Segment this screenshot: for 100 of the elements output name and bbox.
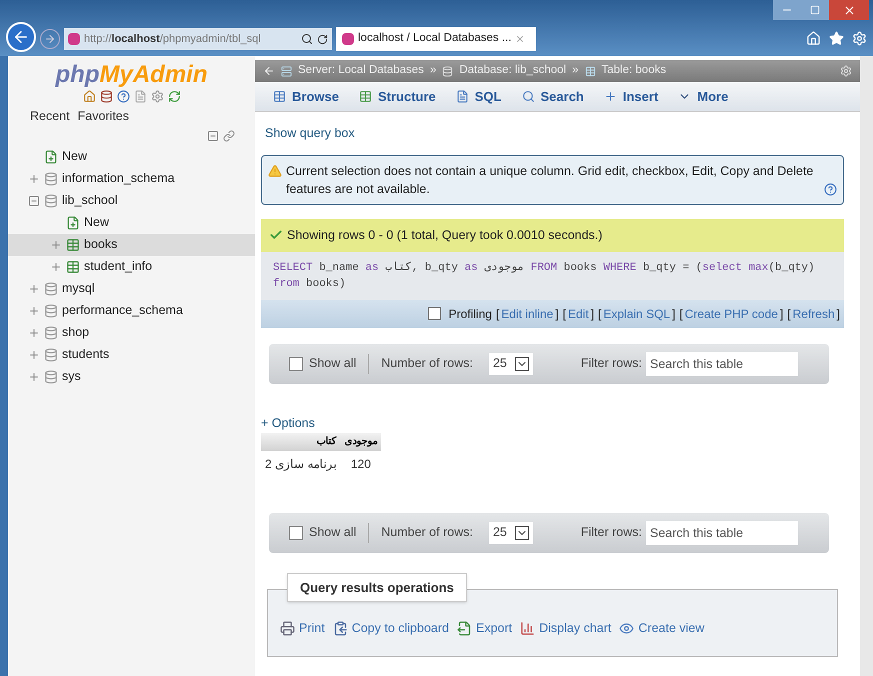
bracket-text: [ <box>598 306 602 323</box>
browser-tab[interactable]: localhost / Local Databases ... <box>336 27 536 51</box>
tree-item[interactable]: sys <box>8 366 255 388</box>
expand-icon[interactable] <box>50 238 62 251</box>
operation-link[interactable]: Create view <box>619 619 704 638</box>
tab[interactable]: More <box>668 84 738 110</box>
warning-icon <box>268 164 282 178</box>
show-all-label: Show all <box>309 524 356 542</box>
tree-item[interactable]: New <box>8 212 255 234</box>
tab[interactable]: Browse <box>263 84 349 110</box>
sidebar-link[interactable]: Favorites <box>78 107 130 126</box>
tree-item[interactable]: shop <box>8 322 255 344</box>
reload-icon[interactable] <box>168 90 180 103</box>
database-icon <box>44 370 58 384</box>
tree-item[interactable]: mysql <box>8 278 255 300</box>
tree-item[interactable]: students <box>8 344 255 366</box>
tree-item[interactable]: student_info <box>8 256 255 278</box>
maximize-button[interactable] <box>801 0 829 20</box>
tree-item[interactable]: lib_school <box>8 190 255 212</box>
rows-label: Number of rows: <box>381 524 473 542</box>
operation-link[interactable]: Copy to clipboard <box>332 619 449 638</box>
profiling-label: Profiling <box>448 306 492 323</box>
filter-field[interactable]: Search this table <box>646 520 798 544</box>
expand-icon[interactable] <box>28 348 40 361</box>
database-icon <box>44 194 58 208</box>
document-icon[interactable] <box>134 90 146 103</box>
tab[interactable]: Structure <box>348 84 446 110</box>
export-icon <box>456 621 472 636</box>
filter-field[interactable]: Search this table <box>646 352 798 376</box>
bracket-text: ] <box>672 306 676 323</box>
expand-icon[interactable] <box>28 326 40 339</box>
notice-text: Current selection does not contain a unique column. Grid edit, checkbox, Edit, Copy and Delete features are not available. <box>286 162 814 198</box>
operation-link[interactable]: Export <box>456 619 512 638</box>
show-all-checkbox[interactable] <box>289 526 303 540</box>
collapse-icon[interactable] <box>28 194 40 207</box>
bracket-text: ] <box>836 306 840 323</box>
show-query-box-link[interactable]: Show query box <box>265 124 844 143</box>
insert-icon <box>604 90 617 103</box>
filter-label: Filter rows: <box>580 355 642 372</box>
tree-item[interactable]: performance_schema <box>8 300 255 322</box>
column-header[interactable]: موجودی <box>340 432 382 450</box>
forward-arrow-icon <box>44 33 56 45</box>
profiling-checkbox[interactable] <box>428 307 441 320</box>
new-icon <box>44 150 58 164</box>
close-button[interactable] <box>829 0 869 20</box>
star-icon[interactable] <box>829 31 844 46</box>
tree-item[interactable]: books <box>8 234 255 256</box>
expand-icon[interactable] <box>28 370 40 383</box>
table-icon <box>584 66 596 76</box>
bracket-text: ] <box>590 306 594 323</box>
operation-link[interactable]: Print <box>280 619 325 638</box>
query-link[interactable]: Create PHP code <box>684 304 778 323</box>
sidebar-link[interactable]: Recent <box>30 107 70 126</box>
operation-link[interactable]: Display chart <box>520 619 612 638</box>
close-icon[interactable] <box>515 34 526 44</box>
query-link[interactable]: Explain SQL <box>603 304 670 323</box>
help-icon[interactable] <box>824 182 837 196</box>
expand-icon[interactable] <box>50 260 62 273</box>
filter-label: Filter rows: <box>580 524 642 542</box>
query-link[interactable]: Edit <box>568 304 589 323</box>
database-icon <box>44 326 58 340</box>
show-all-checkbox[interactable] <box>289 356 303 371</box>
rows-select[interactable]: 25 <box>488 522 533 544</box>
tab[interactable]: SQL <box>446 84 512 110</box>
expand-icon[interactable] <box>28 172 40 185</box>
refresh-icon[interactable] <box>317 34 328 44</box>
query-link[interactable]: Edit inline <box>501 304 554 323</box>
bracket-text: [ <box>679 306 683 323</box>
close-icon <box>842 4 856 16</box>
scrollbar[interactable] <box>860 56 873 676</box>
back-button[interactable] <box>6 22 36 52</box>
forward-button[interactable] <box>40 29 60 49</box>
address-bar[interactable]: http://localhost/phpmyadmin/tbl_sql <box>64 28 332 50</box>
tab[interactable]: Search <box>512 84 594 110</box>
link-icon[interactable] <box>223 130 235 142</box>
search-icon[interactable] <box>301 33 313 45</box>
rows-select[interactable]: 25 <box>488 352 533 375</box>
expand-icon[interactable] <box>28 282 40 295</box>
bar-chart-icon <box>520 621 536 636</box>
database-icon <box>44 172 58 186</box>
tree-item[interactable]: New <box>8 146 255 168</box>
database-icon[interactable] <box>100 90 112 103</box>
home-icon[interactable] <box>82 90 96 103</box>
column-header[interactable]: کتاب <box>261 432 340 450</box>
bracket-text: ] <box>555 306 559 323</box>
query-link[interactable]: Refresh <box>792 304 835 323</box>
operations-title: Query results operations <box>287 572 467 602</box>
options-link[interactable]: + Options <box>261 414 844 432</box>
expand-icon[interactable] <box>28 304 40 317</box>
printer-icon <box>280 621 295 636</box>
dropdown-icon <box>514 526 529 540</box>
settings-icon[interactable] <box>150 90 164 103</box>
help-icon[interactable] <box>116 90 130 103</box>
collapse-arrow-icon[interactable] <box>263 65 275 77</box>
server-icon <box>281 66 292 76</box>
tree-item[interactable]: information_schema <box>8 168 255 190</box>
collapse-all-icon[interactable] <box>207 130 219 142</box>
site-icon <box>68 33 80 45</box>
address-text: http://localhost/phpmyadmin/tbl_sql <box>84 32 261 47</box>
tab[interactable]: Insert <box>594 84 668 110</box>
